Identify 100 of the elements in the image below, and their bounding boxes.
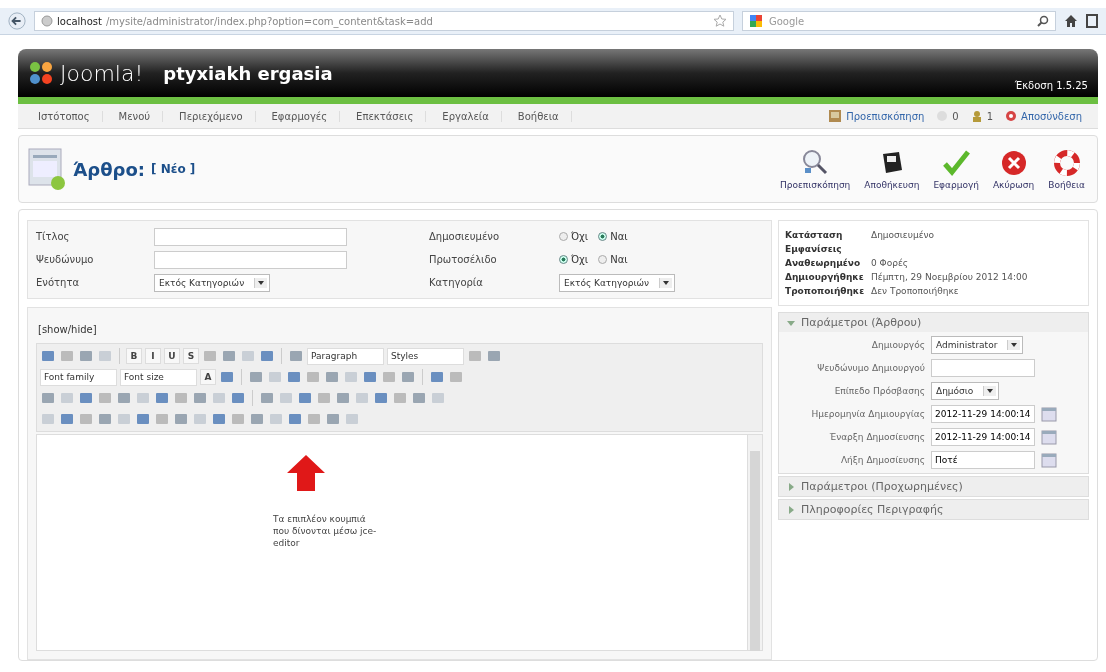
- editor-tool-icon[interactable]: [267, 369, 283, 385]
- editor-tool-icon[interactable]: [287, 411, 303, 427]
- dropdown-field[interactable]: Δημόσιο: [931, 382, 1000, 400]
- toolbar-button[interactable]: Αποθήκευση: [860, 146, 924, 192]
- editor-tool-icon[interactable]: [400, 369, 416, 385]
- editor-tool-icon[interactable]: [221, 348, 237, 364]
- format-button[interactable]: B: [126, 348, 142, 364]
- editor-tool-icon[interactable]: [430, 390, 446, 406]
- radio-button[interactable]: [598, 232, 608, 241]
- editor-tool-icon[interactable]: [173, 411, 189, 427]
- editor-tool-icon[interactable]: [362, 369, 378, 385]
- editor-tool-icon[interactable]: [392, 390, 408, 406]
- editor-tool-icon[interactable]: [40, 348, 56, 364]
- dropdown-field[interactable]: Εκτός Κατηγοριών: [558, 273, 676, 292]
- editor-tool-icon[interactable]: [344, 411, 360, 427]
- editor-dropdown[interactable]: Font size: [120, 368, 197, 386]
- editor-tool-icon[interactable]: [192, 390, 208, 406]
- calendar-icon[interactable]: [1041, 429, 1057, 445]
- menu-item[interactable]: Εφαρμογές: [259, 110, 341, 122]
- editor-tool-icon[interactable]: [259, 348, 275, 364]
- editor-tool-icon[interactable]: [97, 411, 113, 427]
- menu-item[interactable]: Περιεχόμενο: [167, 110, 256, 122]
- editor-tool-icon[interactable]: [343, 369, 359, 385]
- editor-tool-icon[interactable]: [202, 348, 218, 364]
- editor-tool-icon[interactable]: [97, 390, 113, 406]
- address-field[interactable]: localhost /mysite/administrator/index.php?option=com_content&task=add: [34, 11, 734, 31]
- menu-item[interactable]: Μενού: [106, 110, 164, 122]
- toolbar-button[interactable]: Προεπισκόπηση: [775, 146, 855, 192]
- editor-tool-icon[interactable]: [173, 390, 189, 406]
- toolbar-button[interactable]: Εφαρμογή: [929, 146, 983, 192]
- editor-tool-icon[interactable]: [40, 411, 56, 427]
- text-field[interactable]: [154, 250, 347, 269]
- status-text[interactable]: Αποσύνδεση: [1021, 110, 1082, 122]
- editor-tool-icon[interactable]: [59, 390, 75, 406]
- radio-button[interactable]: [558, 255, 568, 264]
- home-icon[interactable]: [1064, 14, 1078, 28]
- editor-text-area[interactable]: Τα επιπλέον κουμπιά που δίνονται μέσω jce-editor: [36, 434, 763, 651]
- menu-item[interactable]: Επεκτάσεις: [344, 110, 427, 122]
- editor-tool-icon[interactable]: [240, 348, 256, 364]
- editor-tool-icon[interactable]: [354, 390, 370, 406]
- format-button[interactable]: S: [183, 348, 199, 364]
- editor-tool-icon[interactable]: [135, 411, 151, 427]
- editor-tool-icon[interactable]: [59, 411, 75, 427]
- panel-header[interactable]: Παράμετροι (Άρθρου): [779, 313, 1088, 332]
- editor-tool-icon[interactable]: [268, 411, 284, 427]
- toolbar-button[interactable]: Ακύρωση: [988, 146, 1039, 192]
- editor-tool-icon[interactable]: [486, 348, 502, 364]
- editor-tool-icon[interactable]: [249, 411, 265, 427]
- editor-tool-icon[interactable]: [211, 411, 227, 427]
- star-icon[interactable]: [713, 14, 727, 28]
- editor-tool-icon[interactable]: [154, 390, 170, 406]
- date-field[interactable]: 2012-11-29 14:00:14: [931, 428, 1035, 446]
- status-text[interactable]: Προεπισκόπηση: [846, 110, 925, 122]
- format-button[interactable]: U: [164, 348, 180, 364]
- editor-tool-icon[interactable]: [219, 369, 235, 385]
- editor-tool-icon[interactable]: [78, 411, 94, 427]
- editor-tool-icon[interactable]: [381, 369, 397, 385]
- calendar-icon[interactable]: [1041, 406, 1057, 422]
- menu-item[interactable]: Βοήθεια: [505, 110, 572, 122]
- panel-header[interactable]: Παράμετροι (Προχωρημένες): [779, 477, 1088, 496]
- editor-tool-icon[interactable]: [211, 390, 227, 406]
- editor-dropdown[interactable]: Font family: [40, 368, 117, 386]
- editor-tool-icon[interactable]: [305, 369, 321, 385]
- dropdown-field[interactable]: Εκτός Κατηγοριών: [154, 273, 271, 292]
- editor-tool-icon[interactable]: [135, 390, 151, 406]
- editor-tool-icon[interactable]: [278, 390, 294, 406]
- editor-dropdown[interactable]: Styles: [387, 347, 464, 365]
- editor-tool-icon[interactable]: [259, 390, 275, 406]
- editor-tool-icon[interactable]: [230, 390, 246, 406]
- editor-tool-icon[interactable]: [40, 390, 56, 406]
- date-field[interactable]: 2012-11-29 14:00:14: [931, 405, 1035, 423]
- editor-tool-icon[interactable]: [230, 411, 246, 427]
- radio-button[interactable]: [598, 255, 608, 264]
- bookmarks-icon[interactable]: [1086, 14, 1098, 28]
- toolbar-button[interactable]: Βοήθεια: [1044, 146, 1089, 192]
- text-field[interactable]: [154, 227, 347, 246]
- calendar-icon[interactable]: [1041, 452, 1057, 468]
- editor-tool-icon[interactable]: [116, 411, 132, 427]
- dropdown-field[interactable]: Administrator: [931, 336, 1024, 354]
- radio-button[interactable]: [558, 232, 568, 241]
- menu-item[interactable]: Ιστότοπος: [26, 110, 103, 122]
- editor-tool-icon[interactable]: [429, 369, 445, 385]
- editor-tool-icon[interactable]: [97, 348, 113, 364]
- editor-tool-icon[interactable]: [59, 348, 75, 364]
- format-button[interactable]: A: [200, 369, 216, 385]
- editor-tool-icon[interactable]: [288, 348, 304, 364]
- editor-tool-icon[interactable]: [373, 390, 389, 406]
- text-field[interactable]: [931, 359, 1035, 377]
- editor-tool-icon[interactable]: [325, 411, 341, 427]
- editor-tool-icon[interactable]: [286, 369, 302, 385]
- editor-tool-icon[interactable]: [448, 369, 464, 385]
- editor-tool-icon[interactable]: [324, 369, 340, 385]
- editor-tool-icon[interactable]: [248, 369, 264, 385]
- editor-tool-icon[interactable]: [78, 348, 94, 364]
- editor-tool-icon[interactable]: [306, 411, 322, 427]
- date-field[interactable]: Ποτέ: [931, 451, 1035, 469]
- search-icon[interactable]: [1037, 15, 1049, 27]
- editor-tool-icon[interactable]: [316, 390, 332, 406]
- editor-tool-icon[interactable]: [116, 390, 132, 406]
- editor-dropdown[interactable]: Paragraph: [307, 347, 384, 365]
